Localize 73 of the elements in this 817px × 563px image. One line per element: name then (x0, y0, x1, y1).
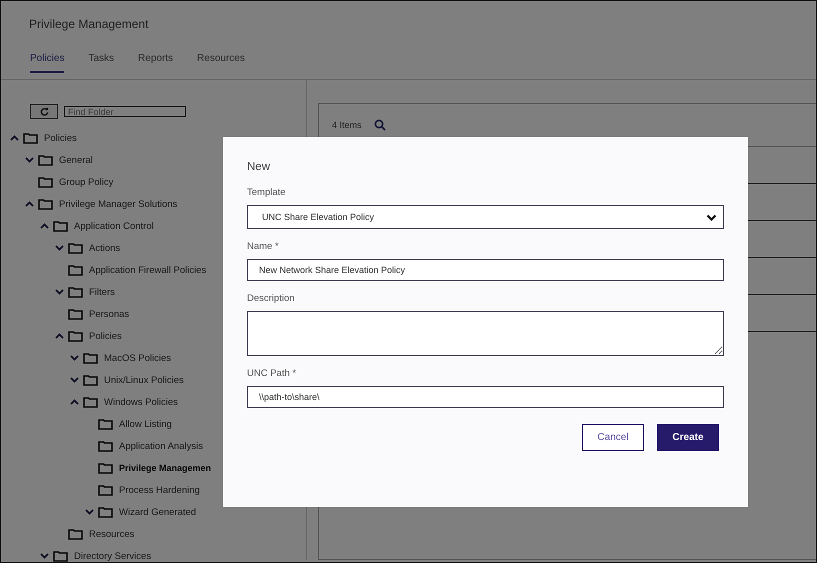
folder-icon (83, 374, 98, 386)
cancel-button[interactable]: Cancel (582, 424, 644, 451)
folder-icon (68, 286, 83, 298)
tree-item[interactable]: General (59, 154, 93, 166)
tree-item[interactable]: Filters (89, 286, 115, 298)
find-folder-field[interactable]: Find Folder (64, 106, 186, 117)
description-field[interactable] (247, 311, 724, 356)
collapse-icon[interactable] (40, 223, 49, 229)
folder-icon (98, 484, 113, 496)
text-field[interactable]: \\path-to\share\ (247, 386, 724, 408)
collapse-icon[interactable] (55, 333, 64, 339)
tree-item[interactable]: Privilege Manager Solutions (59, 198, 178, 210)
refresh-button[interactable] (30, 104, 58, 119)
refresh-icon (40, 107, 48, 116)
tree-item[interactable]: Process Hardening (119, 484, 200, 496)
template-dropdown[interactable]: UNC Share Elevation Policy (247, 205, 724, 229)
tab[interactable]: Tasks (88, 53, 114, 71)
tab[interactable]: Resources (197, 53, 245, 71)
expand-icon[interactable] (55, 289, 64, 295)
app-title: Privilege Management (29, 17, 148, 31)
field-label: Template (247, 187, 287, 198)
folder-icon (68, 308, 83, 320)
collapse-icon[interactable] (10, 135, 19, 141)
tree-item[interactable]: Wizard Generated (119, 506, 196, 518)
tree-item[interactable]: MacOS Policies (104, 352, 172, 364)
folder-icon (68, 242, 83, 254)
tree-item[interactable]: Application Firewall Policies (89, 264, 206, 276)
folder-icon (98, 462, 113, 474)
create-button[interactable]: Create (657, 424, 719, 451)
tree-item[interactable]: Resources (89, 528, 134, 540)
tree-item[interactable]: Personas (89, 308, 130, 320)
collapse-icon[interactable] (25, 201, 34, 207)
tree-item[interactable]: Application Analysis (119, 440, 203, 452)
tree-item[interactable]: Allow Listing (119, 418, 172, 430)
expand-icon[interactable] (70, 355, 79, 361)
text-field[interactable]: New Network Share Elevation Policy (247, 259, 724, 281)
tab[interactable]: Reports (138, 53, 174, 71)
folder-icon (68, 264, 83, 276)
field-label: Name * (247, 241, 280, 252)
field-label: Description (247, 293, 296, 304)
folder-icon (83, 396, 98, 408)
folder-icon (83, 352, 98, 364)
tree-item[interactable]: Policies (89, 330, 122, 342)
folder-icon (98, 440, 113, 452)
tree-item[interactable]: Privilege Managemen (119, 463, 212, 473)
item-count: 4 Items (332, 120, 362, 130)
folder-icon (98, 418, 113, 430)
chevron-down-icon (706, 214, 717, 220)
field-label: UNC Path * (247, 368, 298, 379)
tab[interactable]: Policies (30, 53, 64, 73)
tree-item[interactable]: Group Policy (59, 176, 114, 188)
collapse-icon[interactable] (70, 399, 79, 405)
expand-icon[interactable] (70, 377, 79, 383)
folder-icon (23, 132, 38, 144)
folder-icon (68, 528, 83, 540)
tree-item[interactable]: Windows Policies (104, 396, 178, 408)
dialog-title: New (247, 161, 272, 173)
tree-item[interactable]: Actions (89, 242, 120, 254)
tree-item[interactable]: Unix/Linux Policies (104, 374, 184, 386)
expand-icon[interactable] (25, 157, 34, 163)
expand-icon[interactable] (85, 509, 94, 515)
folder-icon (38, 154, 53, 166)
folder-icon (53, 220, 68, 232)
search-icon[interactable] (374, 119, 386, 131)
tree-item[interactable]: Application Control (74, 220, 154, 232)
expand-icon[interactable] (55, 245, 64, 251)
expand-icon[interactable] (40, 553, 49, 559)
tree-item[interactable]: Policies (44, 132, 77, 144)
folder-icon (38, 176, 53, 188)
tree-item[interactable]: Directory Services (74, 550, 152, 562)
folder-icon (68, 330, 83, 342)
folder-icon (38, 198, 53, 210)
folder-icon (98, 506, 113, 518)
